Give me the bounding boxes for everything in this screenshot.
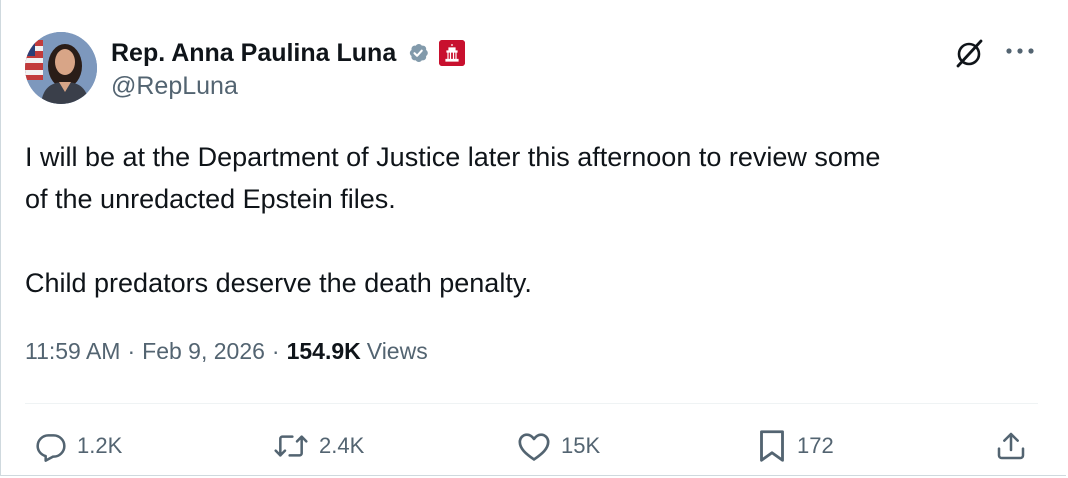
post-card: Rep. Anna Paulina Luna @RepLuna I will b… [0, 0, 1066, 476]
bookmark-count: 172 [797, 433, 834, 458]
post-metadata: 11:59 AM · Feb 9, 2026 · 154.9K Views [25, 338, 428, 365]
reply-button[interactable]: 1.2K [35, 424, 122, 468]
author-display-name[interactable]: Rep. Anna Paulina Luna [111, 39, 396, 68]
heart-icon [518, 433, 550, 461]
author-handle[interactable]: @RepLuna [111, 72, 465, 101]
like-button[interactable]: 15K [517, 424, 600, 468]
reply-count: 1.2K [77, 433, 123, 458]
action-bar: 1.2K 2.4K 15K 172 [25, 424, 1030, 468]
more-options-icon[interactable] [1002, 40, 1038, 62]
share-icon [997, 432, 1025, 460]
divider [25, 403, 1038, 404]
post-text-line: I will be at the Department of Justice l… [25, 142, 881, 172]
verified-badge-icon[interactable] [404, 39, 432, 67]
repost-count: 2.4K [319, 433, 365, 458]
post-text-line: of the unredacted Epstein files. [25, 184, 396, 214]
profile-photo-icon [25, 32, 97, 104]
like-count: 15K [561, 433, 601, 458]
post-text: I will be at the Department of Justice l… [25, 136, 1035, 304]
bookmark-icon [760, 430, 784, 462]
post-date[interactable]: Feb 9, 2026 [142, 338, 265, 365]
views-label[interactable]: Views [367, 338, 428, 365]
post-time[interactable]: 11:59 AM [25, 338, 120, 365]
meta-separator: · [127, 338, 136, 364]
bookmark-button[interactable]: 172 [757, 424, 834, 468]
repost-button[interactable]: 2.4K [273, 424, 364, 468]
grok-icon[interactable] [952, 36, 986, 70]
views-count[interactable]: 154.9K [287, 338, 361, 365]
avatar[interactable] [25, 32, 97, 104]
repost-icon [274, 435, 308, 457]
name-row: Rep. Anna Paulina Luna [111, 36, 466, 70]
post-text-line: Child predators deserve the death penalt… [25, 268, 532, 298]
post-header: Rep. Anna Paulina Luna @RepLuna [25, 32, 1038, 112]
share-button[interactable] [995, 424, 1027, 468]
meta-separator: · [271, 338, 280, 364]
congress-affiliation-icon[interactable] [439, 40, 466, 66]
author-identity: Rep. Anna Paulina Luna @RepLuna [111, 36, 466, 101]
reply-icon [36, 434, 66, 462]
